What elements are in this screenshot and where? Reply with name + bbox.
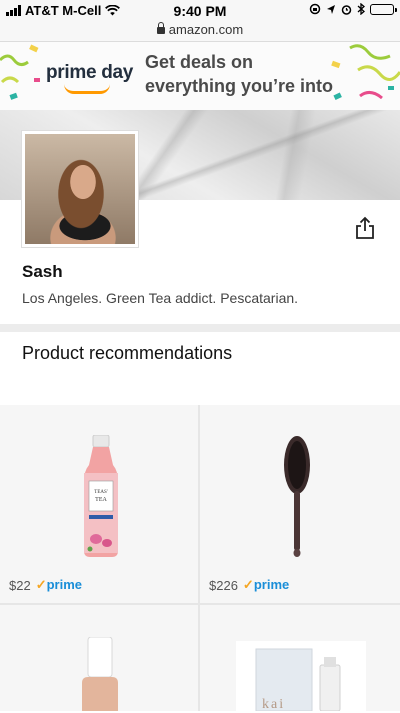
lock-icon bbox=[156, 22, 165, 34]
prime-check-icon: ✓ bbox=[242, 577, 254, 592]
skincare-box-icon bbox=[236, 641, 366, 711]
prime-check-icon: ✓ bbox=[35, 577, 47, 592]
alarm-icon bbox=[341, 4, 352, 15]
banner-headline-line1: Get deals on bbox=[145, 52, 254, 72]
battery-icon bbox=[370, 3, 397, 15]
svg-text:TEAS': TEAS' bbox=[94, 490, 108, 495]
location-icon bbox=[327, 4, 335, 14]
banner-headline-line2: everything you’re into bbox=[145, 76, 334, 96]
nail-polish-icon bbox=[82, 637, 118, 711]
prime-day-banner[interactable]: prime day Get deals on everything you’re… bbox=[0, 42, 400, 110]
url-bar[interactable]: amazon.com bbox=[0, 22, 400, 42]
profile-bio: Los Angeles. Green Tea addict. Pescatari… bbox=[22, 290, 299, 306]
prime-label: prime bbox=[253, 577, 290, 592]
smile-icon bbox=[64, 84, 110, 94]
recommendations-title: Product recommendations bbox=[22, 343, 233, 363]
product-price-row: $226 ✓prime bbox=[209, 577, 289, 593]
tea-bottle-icon: TEAS' TEA bbox=[84, 435, 118, 557]
status-bar: AT&T M-Cell 9:40 PM bbox=[0, 0, 400, 22]
hair-brush-icon bbox=[284, 436, 310, 557]
product-grid: TEAS' TEA $22 ✓prime $226 ✓prime kai bbox=[0, 405, 400, 712]
share-icon[interactable] bbox=[354, 216, 376, 240]
confetti-right-icon bbox=[331, 44, 400, 100]
status-right bbox=[309, 3, 397, 15]
confetti-left-icon bbox=[0, 44, 40, 100]
banner-headline: Get deals on everything you’re into bbox=[145, 50, 333, 98]
profile-avatar[interactable] bbox=[22, 131, 138, 247]
product-card[interactable] bbox=[0, 605, 198, 711]
profile-name: Sash bbox=[22, 262, 63, 281]
prime-badge: ✓prime bbox=[36, 577, 82, 593]
product-price-row: $22 ✓prime bbox=[9, 577, 82, 593]
prime-label: prime bbox=[46, 577, 83, 592]
section-divider bbox=[0, 324, 400, 332]
prime-day-logo: prime day bbox=[46, 62, 134, 83]
bluetooth-icon bbox=[357, 3, 365, 15]
product-card[interactable]: TEAS' TEA $22 ✓prime bbox=[0, 405, 198, 603]
product-price: $226 bbox=[209, 577, 238, 593]
product-card[interactable]: $226 ✓prime bbox=[200, 405, 400, 603]
prime-badge: ✓prime bbox=[243, 577, 289, 593]
product-price: $22 bbox=[9, 577, 31, 593]
svg-text:TEA: TEA bbox=[95, 497, 107, 503]
rotation-lock-icon bbox=[309, 3, 321, 15]
url-text: amazon.com bbox=[168, 22, 244, 37]
product-card[interactable]: kai bbox=[200, 605, 400, 712]
